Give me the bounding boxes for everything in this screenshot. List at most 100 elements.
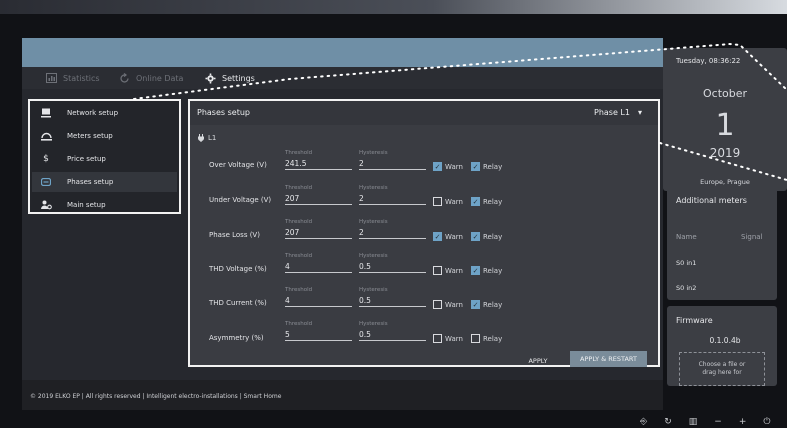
threshold-input[interactable]: 4 (285, 262, 352, 273)
hysteresis-input[interactable]: 0.5 (359, 330, 426, 341)
nav-online-data[interactable]: Online Data (119, 71, 183, 85)
sidebar-item-label: Network setup (67, 109, 119, 117)
app-header-bar (22, 38, 663, 67)
checkbox-empty-icon (433, 197, 442, 206)
relay-checkbox[interactable]: Relay (471, 334, 502, 343)
window-top-strip (0, 0, 787, 14)
row-label: Under Voltage (V) (209, 196, 272, 204)
sidebar-item-phases-setup[interactable]: Phases setup (32, 172, 177, 192)
hysteresis-caption: Hysteresis (359, 219, 388, 225)
threshold-input[interactable]: 5 (285, 330, 352, 341)
trash-icon[interactable]: ▥ (689, 417, 698, 427)
checkbox-empty-icon (471, 334, 480, 343)
warn-checkbox[interactable]: Warn (433, 334, 463, 343)
warn-label: Warn (445, 197, 463, 206)
warn-checkbox[interactable]: Warn (433, 266, 463, 275)
warn-checkbox[interactable]: ✓ Warn (433, 162, 463, 171)
sidebar-item-label: Main setup (67, 201, 106, 209)
warn-checkbox[interactable]: ✓ Warn (433, 232, 463, 241)
phase-label: L1 (208, 134, 217, 142)
threshold-caption: Threshold (285, 287, 313, 293)
warn-label: Warn (445, 162, 463, 171)
hysteresis-input[interactable]: 0.5 (359, 262, 426, 273)
sidebar-item-label: Meters setup (67, 132, 113, 140)
checkbox-checked-icon: ✓ (471, 162, 480, 171)
hysteresis-caption: Hysteresis (359, 253, 388, 259)
user-gear-icon (40, 199, 52, 211)
threshold-caption: Threshold (285, 253, 313, 259)
warn-label: Warn (445, 232, 463, 241)
threshold-input[interactable]: 207 (285, 194, 352, 205)
relay-checkbox[interactable]: ✓ Relay (471, 162, 502, 171)
threshold-input[interactable]: 4 (285, 296, 352, 307)
nav-settings[interactable]: Settings (205, 71, 255, 85)
relay-label: Relay (483, 334, 503, 343)
refresh-icon[interactable]: ↻ (664, 417, 672, 427)
window-controls: ⎆ ↻ ▥ − + ⏻ (640, 417, 770, 427)
relay-label: Relay (483, 232, 503, 241)
sidebar-item-label: Phases setup (67, 178, 114, 186)
hysteresis-input[interactable]: 2 (359, 228, 426, 239)
meter-icon (40, 130, 52, 142)
relay-checkbox[interactable]: ✓ Relay (471, 300, 502, 309)
relay-checkbox[interactable]: ✓ Relay (471, 232, 502, 241)
refresh-icon (120, 72, 129, 83)
threshold-input[interactable]: 207 (285, 228, 352, 239)
threshold-caption: Threshold (285, 185, 313, 191)
relay-checkbox[interactable]: ✓ Relay (471, 197, 502, 206)
hysteresis-input[interactable]: 2 (359, 159, 426, 170)
phase-select-dropdown[interactable]: Phase L1 ▾ (594, 108, 642, 117)
gear-icon (205, 73, 216, 83)
checkbox-checked-icon: ✓ (471, 266, 480, 275)
checkbox-checked-icon: ✓ (433, 162, 442, 171)
hysteresis-caption: Hysteresis (359, 287, 388, 293)
column-header-signal: Signal (741, 233, 763, 241)
warn-checkbox[interactable]: Warn (433, 197, 463, 206)
additional-meters-title: Additional meters (676, 196, 747, 205)
nav-statistics-label: Statistics (63, 73, 100, 83)
sidebar-item-meters-setup[interactable]: Meters setup (32, 126, 177, 146)
relay-label: Relay (483, 266, 503, 275)
checkbox-checked-icon: ✓ (471, 197, 480, 206)
relay-label: Relay (483, 300, 503, 309)
phase-select-value: Phase L1 (594, 108, 630, 117)
warn-checkbox[interactable]: Warn (433, 300, 463, 309)
threshold-input[interactable]: 241.5 (285, 159, 352, 170)
warn-label: Warn (445, 334, 463, 343)
apply-restart-button[interactable]: APPLY & RESTART (570, 351, 647, 367)
sidebar-item-price-setup[interactable]: $ Price setup (32, 149, 177, 169)
hysteresis-caption: Hysteresis (359, 185, 388, 191)
firmware-dropzone[interactable]: Choose a file or drag here for (679, 352, 765, 386)
row-label: THD Voltage (%) (209, 265, 267, 273)
row-label: THD Current (%) (209, 299, 267, 307)
hysteresis-input[interactable]: 0.5 (359, 296, 426, 307)
warn-label: Warn (445, 266, 463, 275)
plus-icon[interactable]: + (739, 417, 747, 427)
hysteresis-input[interactable]: 2 (359, 194, 426, 205)
power-icon[interactable]: ⏻ (763, 417, 770, 427)
login-icon[interactable]: ⎆ (640, 417, 647, 427)
row-label: Phase Loss (V) (209, 231, 260, 239)
firmware-version: 0.1.0.4b (709, 336, 741, 345)
checkbox-empty-icon (433, 300, 442, 309)
nav-statistics[interactable]: Statistics (46, 71, 100, 85)
hysteresis-caption: Hysteresis (359, 321, 388, 327)
threshold-caption: Threshold (285, 321, 313, 327)
relay-checkbox[interactable]: ✓ Relay (471, 266, 502, 275)
chart-icon (46, 73, 57, 83)
nav-settings-label: Settings (222, 73, 255, 83)
nav-online-data-label: Online Data (136, 73, 184, 83)
apply-button[interactable]: APPLY (518, 354, 558, 367)
calendar-month: October (702, 87, 748, 100)
minimize-icon[interactable]: − (714, 417, 722, 427)
phase-section-heading: L1 (198, 134, 216, 142)
sidebar-item-main-setup[interactable]: Main setup (32, 195, 177, 215)
calendar-day: 1 (715, 108, 735, 143)
warn-label: Warn (445, 300, 463, 309)
sidebar-item-network-setup[interactable]: Network setup (32, 103, 177, 123)
threshold-caption: Threshold (285, 219, 313, 225)
sidebar-item-label: Price setup (67, 155, 106, 163)
checkbox-empty-icon (433, 266, 442, 275)
relay-label: Relay (483, 197, 503, 206)
plug-icon (198, 134, 204, 142)
